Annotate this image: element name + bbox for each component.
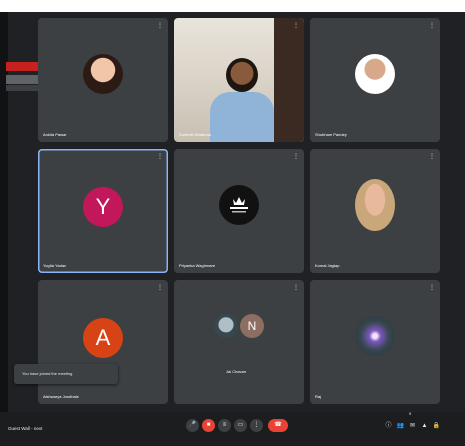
activities-icon[interactable]: ▲ xyxy=(420,421,429,431)
more-options-icon[interactable]: ⋮ xyxy=(429,153,435,161)
participant-tile[interactable]: ⋮ Shubham Pandey xyxy=(310,18,440,142)
more-options-icon[interactable]: ⋮ xyxy=(429,284,435,292)
left-edge xyxy=(0,12,8,412)
mic-button[interactable]: 🎤 xyxy=(186,419,199,432)
more-options-icon[interactable]: ⋮ xyxy=(293,22,299,30)
captions-button[interactable]: ≡ xyxy=(218,419,231,432)
avatar xyxy=(355,54,395,94)
avatar-letter: Y xyxy=(83,187,123,227)
meeting-title: Guest Wall - next xyxy=(8,426,43,431)
participant-name: Priyanka Waghmare xyxy=(179,263,216,268)
captions-icon: ≡ xyxy=(222,422,227,428)
camera-off-button[interactable]: ■ xyxy=(202,419,215,432)
participant-grid: ⋮ Ankita Pawar ⋮ Sumedh Bhalerao ⋮ Shubh… xyxy=(38,18,440,404)
more-options-icon[interactable]: ⋮ xyxy=(157,22,163,30)
people-icon[interactable]: 👥 xyxy=(396,421,405,431)
joined-toast: You have joined the meeting xyxy=(14,364,118,384)
participant-name: Aishwarya Jondhale xyxy=(43,394,79,399)
more-options-icon[interactable]: ⋮ xyxy=(157,153,163,161)
lock-icon[interactable]: 🔒 xyxy=(432,421,441,431)
more-options-icon[interactable]: ⋮ xyxy=(429,22,435,30)
participant-name: Jai Chavan xyxy=(226,369,247,374)
more-options-button[interactable]: ⋮ xyxy=(250,419,263,432)
crown-logo-icon xyxy=(230,197,248,213)
participant-name: Shubham Pandey xyxy=(315,132,347,137)
participant-tile[interactable]: ⋮ Ankita Pawar xyxy=(38,18,168,142)
avatar-letter: N xyxy=(240,314,264,338)
participant-name: Raj xyxy=(315,394,322,399)
galaxy-avatar xyxy=(355,316,395,356)
participant-tile-group[interactable]: N ⋮ Jai Chavan xyxy=(174,280,304,404)
video-door xyxy=(274,18,304,142)
participant-tile[interactable]: ⋮ Raj xyxy=(310,280,440,404)
participant-tile[interactable]: ⋮ Priyanka Waghmare xyxy=(174,149,304,273)
avatar xyxy=(83,54,123,94)
chat-icon[interactable]: ✉ xyxy=(408,421,417,431)
participant-tile[interactable]: A ⋮ Aishwarya Jondhale xyxy=(38,280,168,404)
browser-top-strip xyxy=(0,0,465,12)
leave-call-button[interactable]: ☎ xyxy=(268,419,288,432)
participant-tile-active[interactable]: Y ⋮ Yogita Yadav xyxy=(38,149,168,273)
avatar xyxy=(355,179,395,231)
participant-tile[interactable]: ⋮ Komal Jagtap xyxy=(310,149,440,273)
participant-name: Sumedh Bhalerao xyxy=(179,132,212,137)
video-person-head xyxy=(226,58,258,92)
people-count-badge: 9 xyxy=(409,411,412,416)
participant-name: Yogita Yadav xyxy=(43,263,67,268)
participant-name: Ankita Pawar xyxy=(43,132,67,137)
avatar xyxy=(214,314,238,338)
more-options-icon[interactable]: ⋮ xyxy=(293,284,299,292)
participant-tile-video[interactable]: ⋮ Sumedh Bhalerao xyxy=(174,18,304,142)
hangup-icon: ☎ xyxy=(274,422,282,428)
mic-icon: 🎤 xyxy=(188,422,197,428)
video-person-shirt xyxy=(210,92,274,142)
present-icon: ▭ xyxy=(237,422,244,428)
more-options-icon[interactable]: ⋮ xyxy=(293,153,299,161)
participant-name: Komal Jagtap xyxy=(315,263,340,268)
present-button[interactable]: ▭ xyxy=(234,419,247,432)
info-icon[interactable]: ⓘ xyxy=(384,421,393,431)
more-options-icon[interactable]: ⋮ xyxy=(157,284,163,292)
more-vert-icon: ⋮ xyxy=(253,422,260,428)
avatar-letter: A xyxy=(83,318,123,358)
logo-avatar xyxy=(219,185,259,225)
camera-off-icon: ■ xyxy=(206,422,211,428)
